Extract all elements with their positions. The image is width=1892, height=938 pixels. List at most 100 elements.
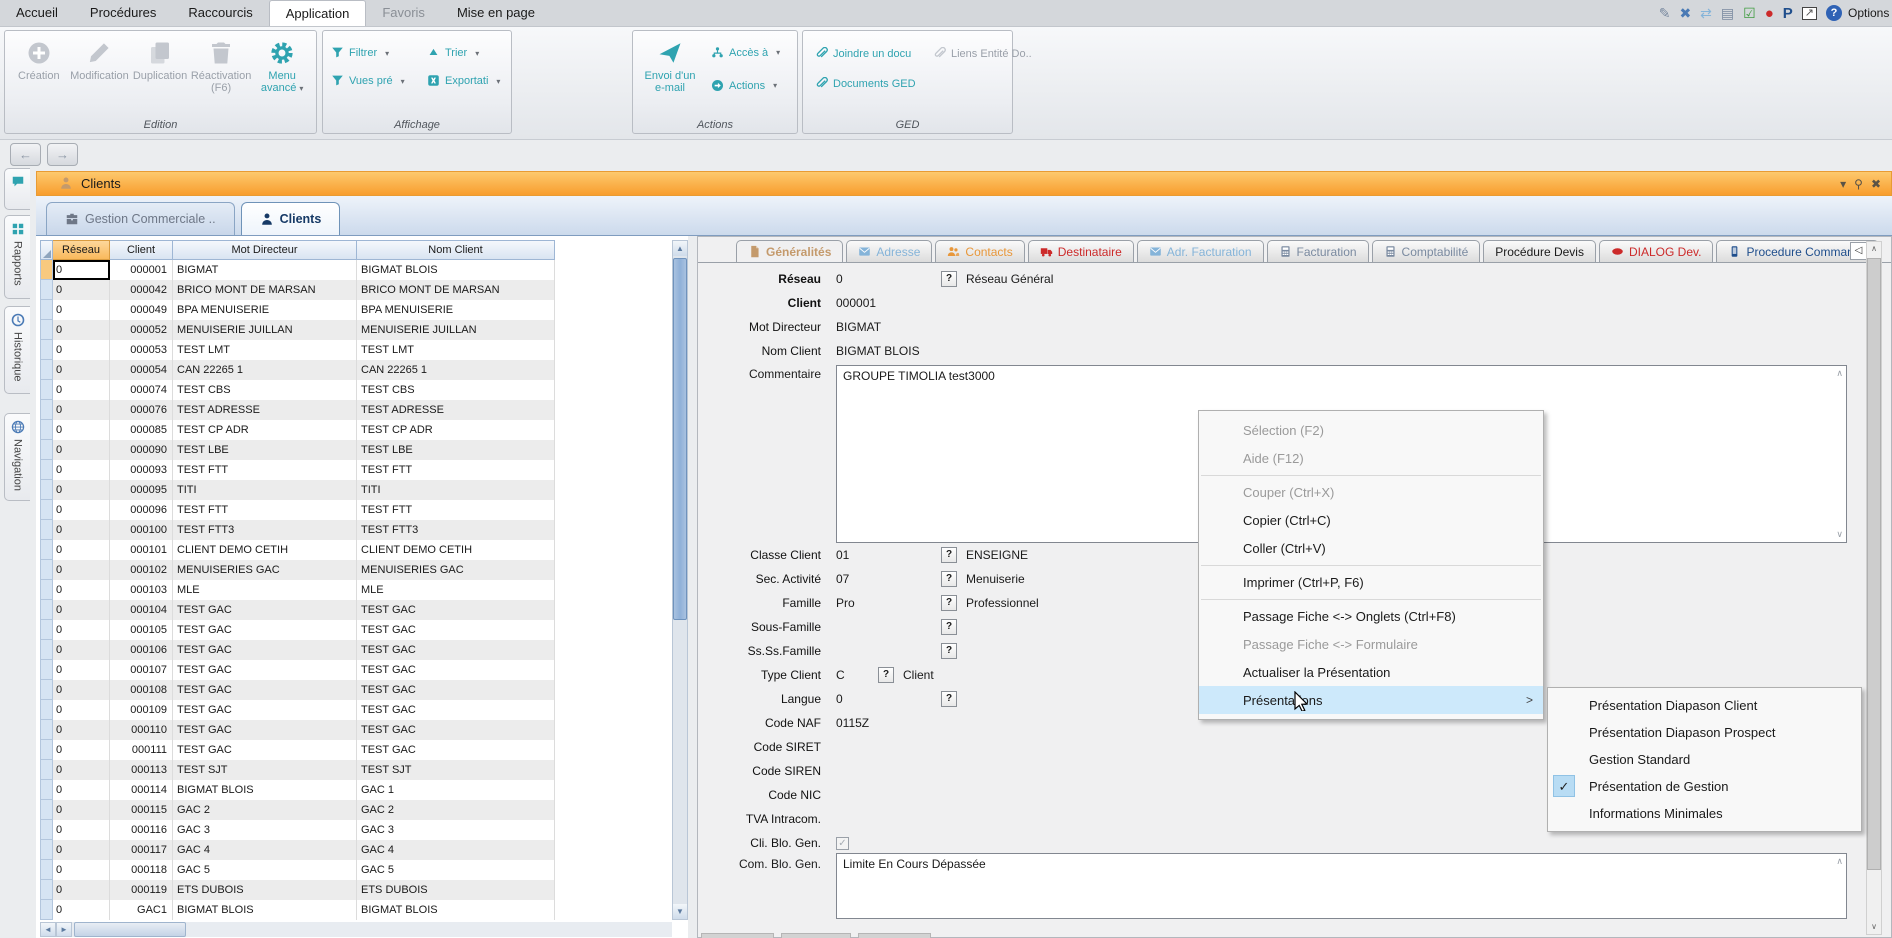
row-selector[interactable] [40, 580, 53, 600]
cell-client[interactable]: 000113 [110, 760, 173, 780]
cell-nom-client[interactable]: TEST GAC [357, 700, 555, 720]
menubar-tab-procedures[interactable]: Procédures [74, 0, 172, 26]
row-selector[interactable] [40, 500, 53, 520]
cell-client[interactable]: 000049 [110, 300, 173, 320]
cell-nom-client[interactable]: TEST GAC [357, 660, 555, 680]
menubar-tab-mise-en-page[interactable]: Mise en page [441, 0, 551, 26]
cell-reseau[interactable]: 0 [53, 360, 110, 380]
cell-reseau[interactable]: 0 [53, 900, 110, 920]
table-row[interactable]: 0 000090 TEST LBE TEST LBE [40, 440, 555, 460]
cell-reseau[interactable]: 0 [53, 420, 110, 440]
cell-mot-directeur[interactable]: GAC 4 [173, 840, 357, 860]
row-selector[interactable] [40, 440, 53, 460]
exportation-button[interactable]: Exportati ▾ [423, 72, 509, 91]
panel-vertical-scrollbar[interactable]: ∧ ∨ [1866, 241, 1882, 935]
menu-avance-button[interactable]: Menu avancé▾ [252, 36, 312, 116]
table-row[interactable]: 0 000117 GAC 4 GAC 4 [40, 840, 555, 860]
cell-nom-client[interactable]: MLE [357, 580, 555, 600]
cell-client[interactable]: 000102 [110, 560, 173, 580]
field-value[interactable]: 0 [836, 692, 941, 706]
cell-reseau[interactable]: 0 [53, 500, 110, 520]
cell-nom-client[interactable]: BIGMAT BLOIS [357, 260, 555, 280]
cell-client[interactable]: 000117 [110, 840, 173, 860]
row-selector[interactable] [40, 660, 53, 680]
cell-client[interactable]: 000096 [110, 500, 173, 520]
cell-mot-directeur[interactable]: BPA MENUISERIE [173, 300, 357, 320]
cell-nom-client[interactable]: TEST ADRESSE [357, 400, 555, 420]
row-selector[interactable] [40, 780, 53, 800]
vues-predefinies-button[interactable]: Vues pré ▾ [327, 72, 423, 91]
chevron-down-icon[interactable]: ∨ [1836, 529, 1843, 540]
cell-mot-directeur[interactable]: TEST GAC [173, 660, 357, 680]
cell-mot-directeur[interactable]: BIGMAT [173, 260, 357, 280]
cell-nom-client[interactable]: MENUISERIES GAC [357, 560, 555, 580]
table-row[interactable]: 0 000109 TEST GAC TEST GAC [40, 700, 555, 720]
cell-client[interactable]: 000042 [110, 280, 173, 300]
trier-button[interactable]: Trier ▾ [423, 44, 509, 63]
notes-icon[interactable]: ▤ [1721, 6, 1734, 20]
submenu-item[interactable]: ✓ Présentation de Gestion [1548, 773, 1861, 800]
field-value[interactable]: BIGMAT [836, 320, 941, 334]
cell-nom-client[interactable]: TEST GAC [357, 600, 555, 620]
refresh-icon[interactable]: ⇄ [1700, 6, 1712, 20]
table-row[interactable]: 0 000104 TEST GAC TEST GAC [40, 600, 555, 620]
table-row[interactable]: 0 000096 TEST FTT TEST FTT [40, 500, 555, 520]
cell-reseau[interactable]: 0 [53, 560, 110, 580]
cell-mot-directeur[interactable]: TEST GAC [173, 680, 357, 700]
cell-reseau[interactable]: 0 [53, 540, 110, 560]
acces-a-button[interactable]: Accès à ▾ [707, 43, 784, 62]
row-selector[interactable] [40, 820, 53, 840]
cell-mot-directeur[interactable]: TEST LMT [173, 340, 357, 360]
cell-reseau[interactable]: 0 [53, 840, 110, 860]
cell-reseau[interactable]: 0 [53, 800, 110, 820]
signature-icon[interactable]: ✎ [1659, 6, 1671, 20]
row-selector[interactable] [40, 300, 53, 320]
cell-mot-directeur[interactable]: TEST CP ADR [173, 420, 357, 440]
form-tab-destinataire[interactable]: Destinataire [1028, 240, 1134, 262]
row-selector[interactable] [40, 360, 53, 380]
lookup-button[interactable]: ? [941, 547, 957, 563]
cell-mot-directeur[interactable]: TEST GAC [173, 600, 357, 620]
submenu-item[interactable]: Informations Minimales [1548, 800, 1861, 827]
cell-nom-client[interactable]: TEST GAC [357, 620, 555, 640]
cell-reseau[interactable]: 0 [53, 400, 110, 420]
cell-mot-directeur[interactable]: GAC 2 [173, 800, 357, 820]
cell-reseau[interactable]: 0 [53, 640, 110, 660]
close-icon[interactable]: ✖ [1871, 177, 1881, 191]
cell-reseau[interactable]: 0 [53, 320, 110, 340]
row-selector[interactable] [40, 320, 53, 340]
scroll-down-button[interactable]: ▼ [673, 904, 687, 919]
table-row[interactable]: 0 000102 MENUISERIES GAC MENUISERIES GAC [40, 560, 555, 580]
calendar-check-icon[interactable]: ☑ [1743, 6, 1756, 20]
table-vertical-scrollbar[interactable]: ▲ ▼ [672, 240, 688, 920]
context-menu-item[interactable]: Imprimer (Ctrl+P, F6) [1199, 568, 1543, 596]
row-selector[interactable] [40, 760, 53, 780]
row-selector[interactable] [40, 600, 53, 620]
table-row[interactable]: 0 000118 GAC 5 GAC 5 [40, 860, 555, 880]
table-row[interactable]: 0 000115 GAC 2 GAC 2 [40, 800, 555, 820]
row-selector[interactable] [40, 740, 53, 760]
table-row[interactable]: 0 000116 GAC 3 GAC 3 [40, 820, 555, 840]
table-row[interactable]: 0 000110 TEST GAC TEST GAC [40, 720, 555, 740]
menubar-tab-accueil[interactable]: Accueil [0, 0, 74, 26]
cell-reseau[interactable]: 0 [53, 260, 110, 280]
form-tab-procedure-devis[interactable]: Procédure Devis [1483, 240, 1596, 262]
field-value[interactable]: 0 [836, 272, 941, 286]
forward-button[interactable]: → [47, 143, 78, 166]
cell-reseau[interactable]: 0 [53, 620, 110, 640]
column-header[interactable]: Réseau [53, 240, 110, 260]
row-selector[interactable] [40, 680, 53, 700]
table-row[interactable]: 0 000100 TEST FTT3 TEST FTT3 [40, 520, 555, 540]
row-selector[interactable] [40, 840, 53, 860]
table-row[interactable]: 0 000093 TEST FTT TEST FTT [40, 460, 555, 480]
cell-mot-directeur[interactable]: BIGMAT BLOIS [173, 780, 357, 800]
cell-mot-directeur[interactable]: TEST SJT [173, 760, 357, 780]
cell-client[interactable]: 000076 [110, 400, 173, 420]
cell-nom-client[interactable]: TEST LBE [357, 440, 555, 460]
checkbox[interactable]: ✓ [836, 837, 849, 850]
cell-nom-client[interactable]: BIGMAT BLOIS [357, 900, 555, 920]
context-menu-item[interactable]: Passage Fiche <-> Onglets (Ctrl+F8) [1199, 602, 1543, 630]
row-selector[interactable] [40, 880, 53, 900]
field-value[interactable]: 0115Z [836, 716, 941, 730]
menubar-tab-favoris[interactable]: Favoris [366, 0, 441, 26]
